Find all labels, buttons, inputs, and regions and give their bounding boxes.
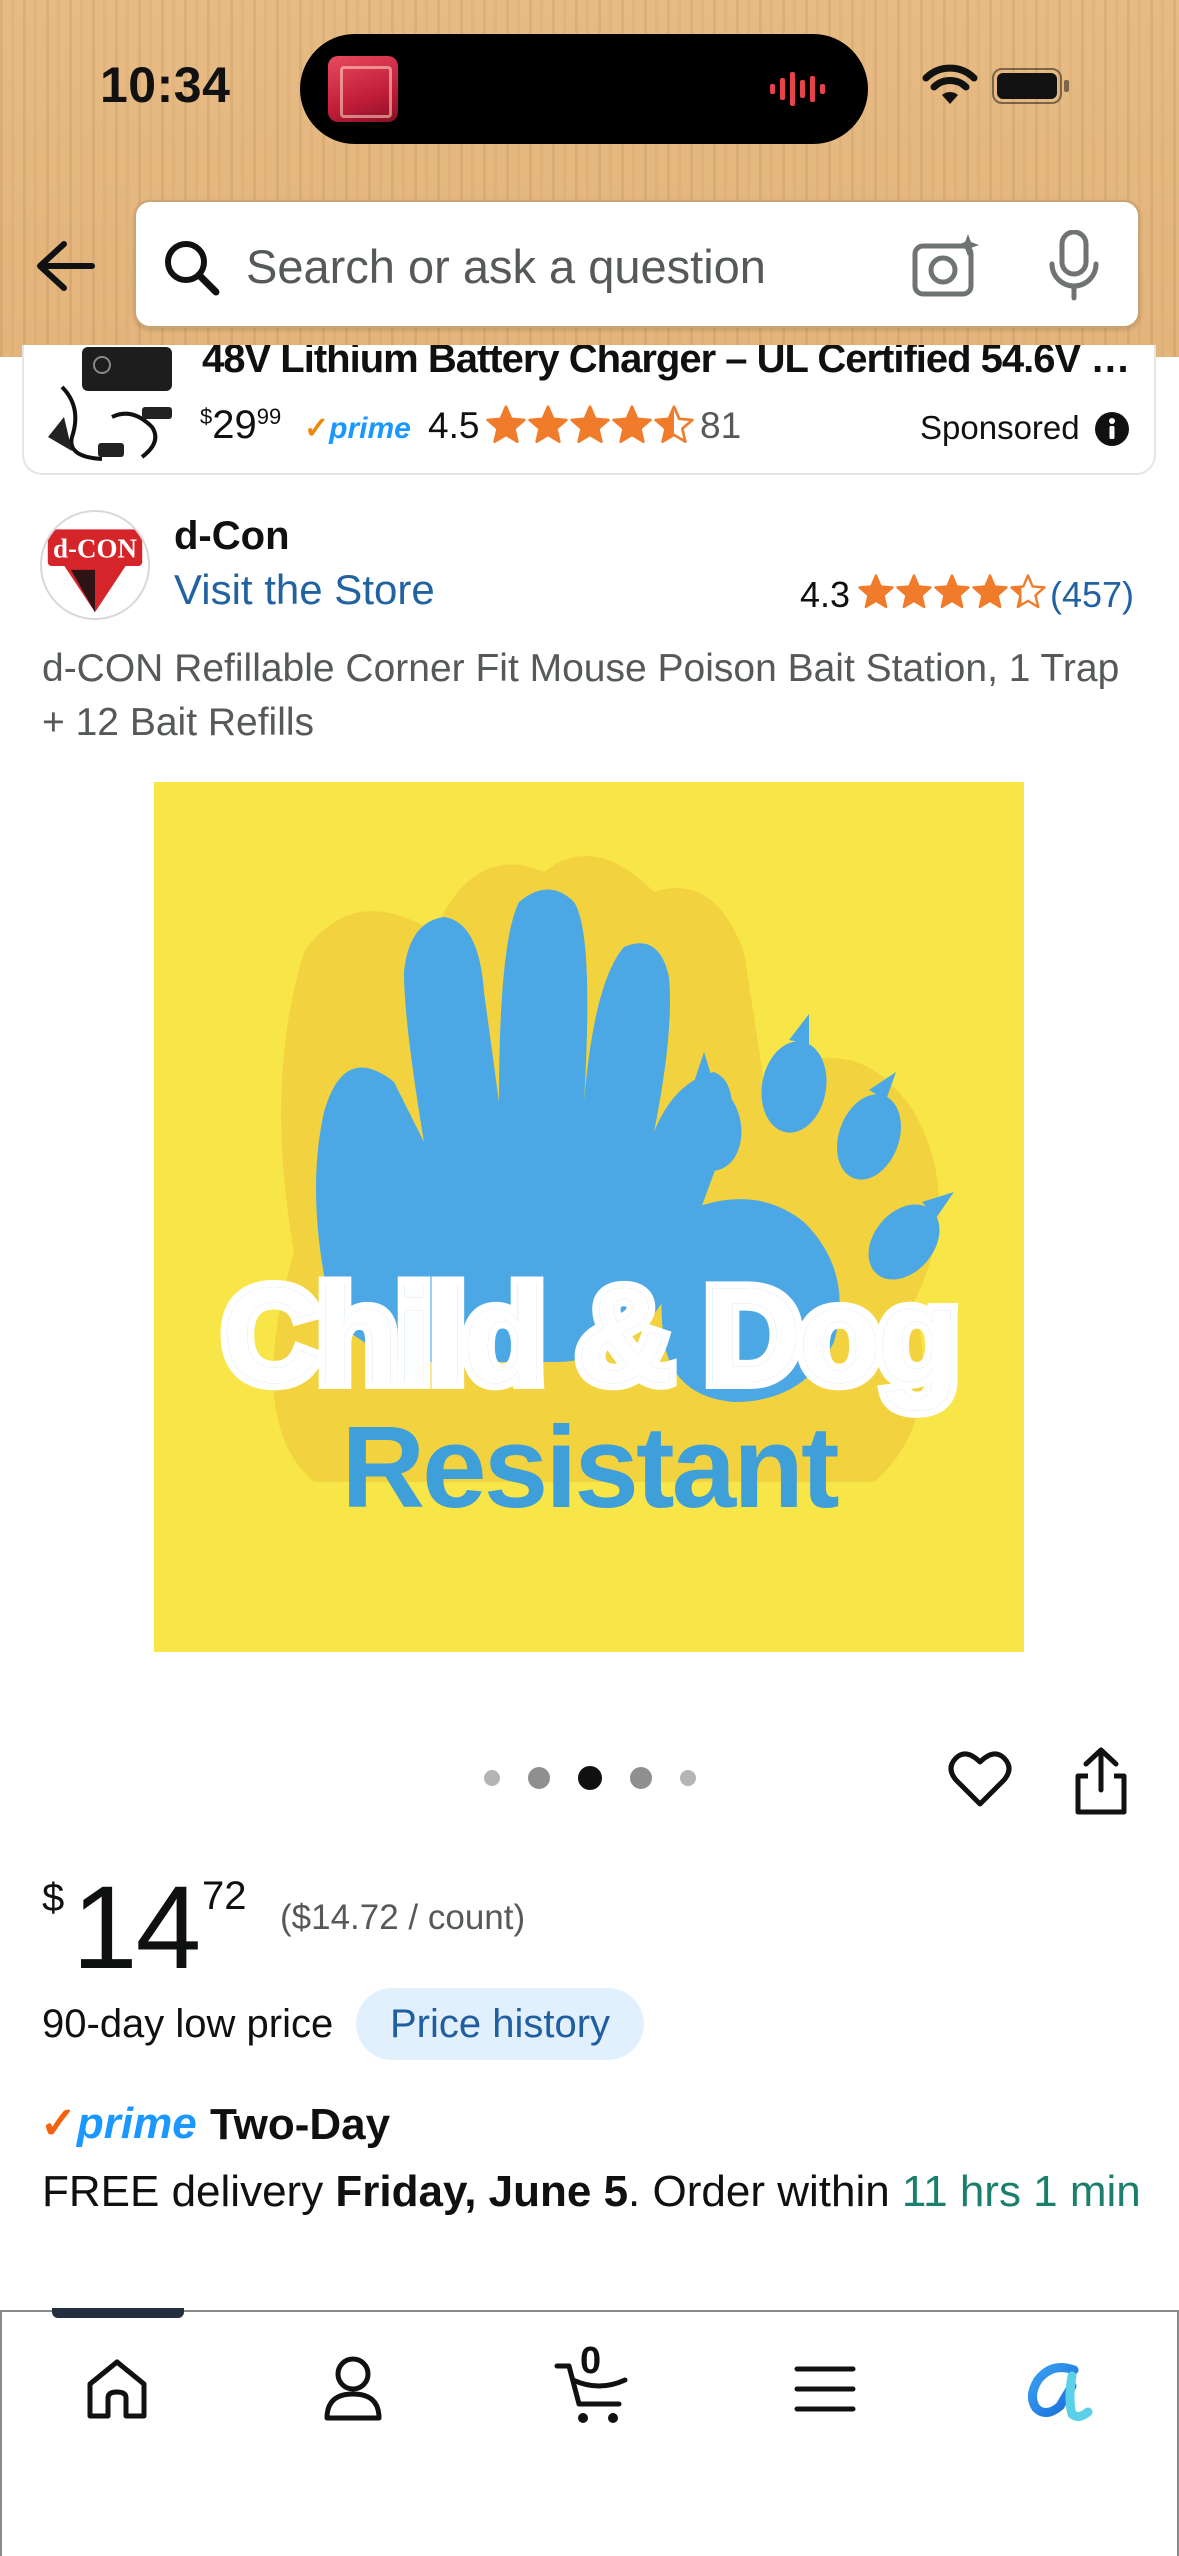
image-carousel-dots[interactable]	[484, 1766, 696, 1790]
nav-account[interactable]	[308, 2344, 398, 2434]
ad-title[interactable]: 48V Lithium Battery Charger – UL Certifi…	[202, 345, 1142, 382]
product-rating-value: 4.3	[800, 574, 851, 615]
search-icon	[165, 241, 220, 296]
camera-search-icon[interactable]	[912, 232, 982, 298]
star-icon	[858, 574, 894, 609]
star-icon	[934, 574, 970, 609]
delivery-date: Friday, June 5	[335, 2167, 629, 2216]
ad-price-whole: 29	[212, 403, 257, 447]
active-tab-indicator	[52, 2308, 184, 2318]
product-title: d-CON Refillable Corner Fit Mouse Poison…	[42, 647, 1120, 744]
star-icon	[570, 405, 610, 443]
delivery-prefix: FREE delivery	[42, 2167, 336, 2216]
microphone-icon[interactable]	[1046, 230, 1102, 302]
visit-store-link[interactable]: Visit the Store	[174, 566, 435, 614]
brand-name: d-Con	[174, 514, 290, 558]
nav-home[interactable]	[72, 2344, 162, 2434]
ad-price: $2999	[200, 403, 281, 448]
ad-product-thumbnail	[48, 347, 172, 461]
star-icon	[612, 405, 652, 443]
dynamic-island[interactable]	[300, 34, 868, 144]
delivery-countdown: 11 hrs 1 min	[901, 2167, 1141, 2216]
nav-rufus[interactable]	[1014, 2344, 1104, 2434]
brand-logo[interactable]: d-CON	[40, 510, 150, 620]
account-icon	[324, 2356, 382, 2421]
search-input[interactable]	[246, 230, 886, 302]
prime-check-icon: ✓	[304, 412, 330, 445]
child-dog-resistant-graphic: Child & Dog Child & Dog Resistant	[154, 782, 1024, 1652]
star-icon	[654, 405, 694, 443]
cart-count-badge: 0	[580, 2340, 602, 2382]
carousel-dot[interactable]	[630, 1767, 652, 1789]
sponsored-label: Sponsored	[920, 409, 1080, 446]
app-screen: 10:34 Search or ask a question 48V Lithi…	[0, 0, 1179, 2556]
delivery-speed: Two-Day	[210, 2100, 391, 2149]
wifi-icon	[922, 64, 978, 104]
star-icon	[972, 574, 1008, 609]
ad-star-rating	[486, 405, 694, 445]
carousel-dot-active[interactable]	[578, 1766, 602, 1790]
menu-icon	[794, 2366, 856, 2412]
prime-check-icon: ✓	[40, 2099, 77, 2148]
search-bar[interactable]	[134, 200, 1140, 328]
delivery-info: FREE delivery Friday, June 5. Order with…	[42, 2162, 1152, 2222]
product-star-rating[interactable]	[858, 574, 1046, 610]
ad-prime-label: prime	[329, 412, 411, 445]
audio-wave-icon	[770, 72, 825, 106]
dcon-logo-icon: d-CON	[42, 512, 148, 618]
back-arrow-icon[interactable]	[34, 238, 96, 294]
star-icon	[528, 405, 568, 443]
ad-review-count: 81	[700, 405, 742, 446]
image-headline-fill: Child & Dog	[222, 1259, 956, 1411]
info-icon[interactable]	[1094, 411, 1130, 447]
star-icon	[896, 574, 932, 609]
price-whole: 14	[72, 1862, 201, 1994]
brand-logo-text: d-CON	[53, 533, 137, 563]
prime-badge: ✓prime	[40, 2098, 197, 2149]
nav-menu[interactable]	[780, 2344, 870, 2434]
ad-prime-badge: ✓prime	[304, 411, 411, 446]
star-icon	[1010, 574, 1046, 609]
ad-price-currency: $	[200, 404, 213, 429]
image-subheadline: Resistant	[341, 1402, 839, 1532]
price-currency: $	[42, 1876, 65, 1920]
price-fraction: 72	[202, 1874, 247, 1918]
carousel-dot[interactable]	[680, 1770, 696, 1786]
now-playing-artwork	[328, 56, 398, 122]
unit-price: ($14.72 / count)	[280, 1898, 526, 1937]
product-review-count[interactable]: (457)	[1050, 574, 1134, 616]
low-price-label: 90-day low price	[42, 2002, 334, 2046]
ad-price-fraction: 99	[256, 404, 282, 429]
home-icon	[87, 2359, 147, 2419]
delivery-middle: . Order within	[628, 2167, 902, 2216]
ad-rating-value: 4.5	[428, 405, 480, 446]
price-history-button[interactable]: Price history	[356, 1988, 645, 2060]
star-icon	[486, 405, 526, 443]
carousel-dot[interactable]	[528, 1767, 550, 1789]
heart-icon[interactable]	[948, 1748, 1012, 1810]
status-time: 10:34	[100, 57, 231, 113]
product-image[interactable]: Child & Dog Child & Dog Resistant	[154, 782, 1024, 1652]
carousel-dot[interactable]	[484, 1770, 500, 1786]
rufus-icon	[1028, 2363, 1093, 2422]
prime-label: prime	[76, 2099, 197, 2148]
battery-icon	[992, 68, 1069, 104]
sponsored-ad-card[interactable]: 48V Lithium Battery Charger – UL Certifi…	[22, 345, 1156, 475]
share-icon[interactable]	[1072, 1746, 1130, 1816]
